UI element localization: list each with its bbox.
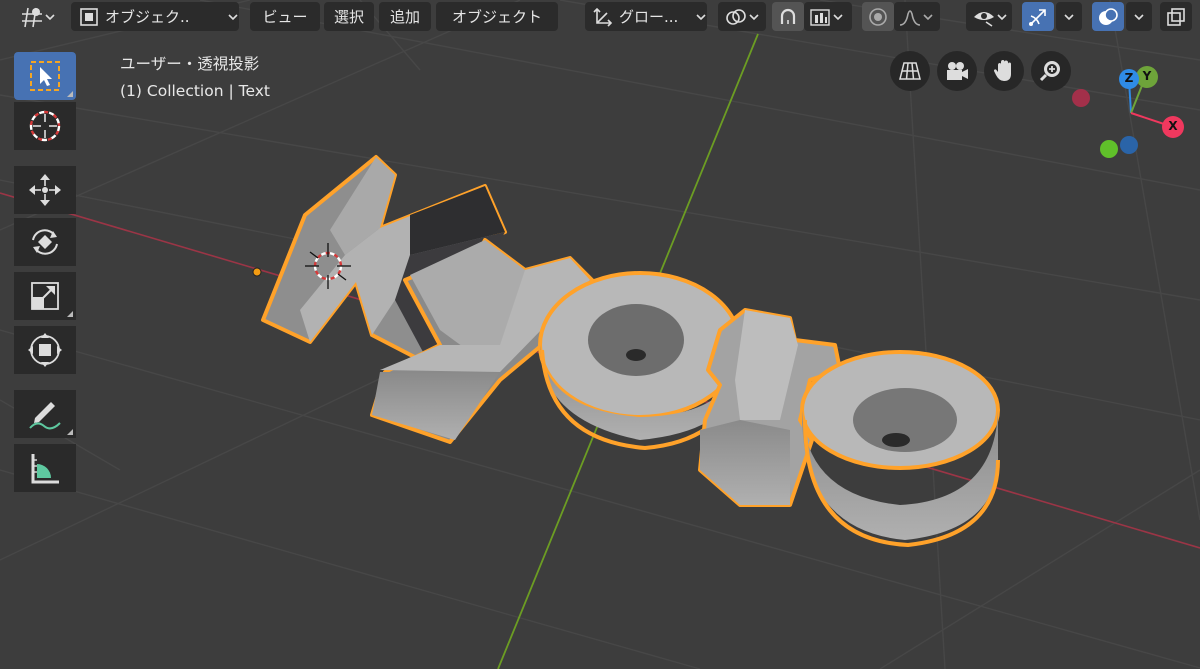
zoom-icon — [1039, 59, 1063, 83]
chevron-down-icon — [227, 11, 239, 23]
gizmo-y-label[interactable]: Y — [1140, 69, 1154, 83]
3d-viewport-icon — [20, 6, 44, 28]
proportional-falloff-selector[interactable] — [894, 2, 940, 31]
pivot-point-icon — [724, 6, 748, 28]
overlay-options[interactable] — [1126, 2, 1152, 31]
chevron-down-icon — [695, 11, 707, 23]
select-box-icon — [28, 59, 62, 93]
tool-options-indicator — [67, 91, 73, 97]
gizmo-z-label[interactable]: Z — [1122, 71, 1136, 85]
viewport-header: オブジェク.. ビュー 選択 追加 オブジェクト グロー... — [0, 0, 1200, 34]
hand-icon — [992, 59, 1016, 83]
zoom-view-button[interactable] — [1031, 51, 1071, 91]
menu-add[interactable]: 追加 — [379, 2, 431, 31]
chevron-down-icon — [44, 11, 56, 23]
snap-magnet-icon — [777, 6, 799, 28]
menu-select[interactable]: 選択 — [324, 2, 374, 31]
scale-tool[interactable] — [14, 272, 76, 320]
eye-icon — [972, 6, 996, 28]
gizmo-icon — [1027, 6, 1049, 28]
pan-view-button[interactable] — [984, 51, 1024, 91]
select-box-tool[interactable] — [14, 52, 76, 100]
transform-tool[interactable] — [14, 326, 76, 374]
rotate-tool[interactable] — [14, 218, 76, 266]
text-object-kyoto[interactable] — [261, 155, 1000, 547]
snap-target-selector[interactable] — [804, 2, 852, 31]
overlay-toggle[interactable] — [1092, 2, 1124, 31]
object-mode-icon — [79, 7, 99, 27]
snap-toggle[interactable] — [772, 2, 804, 31]
grid-icon — [898, 60, 922, 82]
proportional-edit-icon — [867, 6, 889, 28]
cursor-icon — [27, 108, 63, 144]
transform-icon — [27, 332, 63, 368]
annotate-icon — [27, 396, 63, 432]
pivot-point-selector[interactable] — [718, 2, 766, 31]
chevron-down-icon — [922, 11, 934, 23]
chevron-down-icon — [996, 11, 1008, 23]
scale-icon — [28, 279, 62, 313]
chevron-down-icon — [1063, 11, 1075, 23]
snap-increment-icon — [808, 6, 832, 28]
camera-icon — [944, 60, 970, 82]
chevron-down-icon — [748, 11, 760, 23]
tool-options-indicator — [67, 429, 73, 435]
xray-icon — [1165, 6, 1187, 28]
rotate-icon — [27, 224, 63, 260]
menu-view[interactable]: ビュー — [250, 2, 320, 31]
orientation-label: グロー... — [619, 8, 679, 26]
orientation-axes-icon — [593, 7, 613, 27]
gizmo-toggle[interactable] — [1022, 2, 1054, 31]
measure-tool[interactable] — [14, 444, 76, 492]
view-name: ユーザー・透視投影 — [120, 55, 260, 73]
transform-orientation-selector[interactable]: グロー... — [585, 2, 707, 31]
object-origin — [252, 267, 262, 277]
cursor-tool[interactable] — [14, 102, 76, 150]
measure-icon — [27, 450, 63, 486]
camera-view-button[interactable] — [937, 51, 977, 91]
overlay-icon — [1097, 6, 1119, 28]
falloff-curve-icon — [898, 6, 922, 28]
menu-object[interactable]: オブジェクト — [436, 2, 558, 31]
mode-selector[interactable]: オブジェク.. — [71, 2, 239, 31]
xray-toggle[interactable] — [1160, 2, 1192, 31]
chevron-down-icon — [832, 11, 844, 23]
proportional-edit-toggle[interactable] — [862, 2, 894, 31]
annotate-tool[interactable] — [14, 390, 76, 438]
tool-options-indicator — [67, 311, 73, 317]
gizmo-x-label[interactable]: X — [1166, 119, 1180, 133]
mode-label: オブジェク.. — [105, 8, 190, 26]
chevron-down-icon — [1133, 11, 1145, 23]
toggle-orthographic-button[interactable] — [890, 51, 930, 91]
3d-viewport[interactable] — [0, 0, 1200, 669]
gizmo-options[interactable] — [1056, 2, 1082, 31]
object-visibility-selector[interactable] — [966, 2, 1012, 31]
move-tool[interactable] — [14, 166, 76, 214]
object-info: (1) Collection | Text — [120, 82, 270, 100]
editor-type-button[interactable] — [14, 2, 62, 31]
move-icon — [27, 172, 63, 208]
